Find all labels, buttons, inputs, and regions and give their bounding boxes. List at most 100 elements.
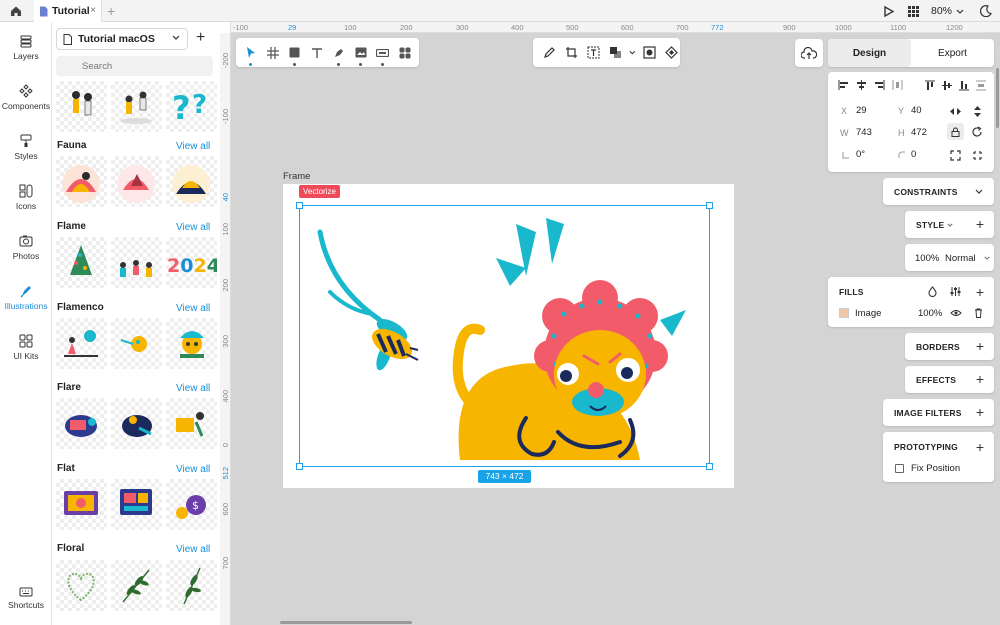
illustration-thumb[interactable] [56, 81, 107, 132]
illustration-thumb[interactable] [111, 398, 162, 449]
play-icon[interactable] [884, 5, 894, 17]
image-fill-swatch[interactable] [839, 308, 849, 318]
frame-label[interactable]: Frame [283, 171, 310, 182]
tab-tutorial[interactable]: Tutorial × [34, 0, 102, 22]
opacity-input[interactable]: 100% [915, 253, 939, 264]
nav-ui-kits[interactable]: UI Kits [0, 334, 52, 361]
flip-horizontal-icon[interactable] [950, 107, 961, 116]
dark-mode-icon[interactable] [980, 5, 992, 17]
illustration-thumb[interactable] [56, 398, 107, 449]
horizontal-scrollbar[interactable] [280, 621, 412, 624]
view-all-link[interactable]: View all [176, 222, 210, 233]
illustration-thumb[interactable] [111, 156, 162, 207]
mask-button[interactable] [642, 44, 658, 61]
y-input[interactable]: 40 [911, 105, 922, 116]
tool-plugins[interactable] [396, 44, 413, 61]
view-all-link[interactable]: View all [176, 303, 210, 314]
align-top-icon[interactable] [925, 80, 935, 91]
illustration-thumb[interactable] [166, 398, 217, 449]
blend-mode-select[interactable]: Normal [945, 253, 976, 264]
nav-icons[interactable]: Icons [0, 184, 52, 211]
align-bottom-icon[interactable] [959, 80, 969, 91]
tool-frame[interactable] [264, 44, 281, 61]
illustration-thumb[interactable] [56, 156, 107, 207]
w-input[interactable]: 743 [856, 127, 872, 138]
align-left-icon[interactable] [838, 80, 849, 90]
crop-button[interactable] [563, 44, 579, 61]
add-library-button[interactable]: + [196, 30, 205, 46]
fullscreen-icon[interactable] [972, 150, 983, 161]
rotation-input[interactable]: 0° [856, 149, 865, 160]
add-border-button[interactable]: + [976, 339, 984, 353]
illustration-thumb[interactable]: 2024 [166, 237, 217, 288]
distribute-v-icon[interactable] [976, 80, 986, 91]
illustration-thumb[interactable] [111, 81, 162, 132]
h-input[interactable]: 472 [911, 127, 927, 138]
add-image-filter-button[interactable]: + [976, 405, 984, 419]
view-all-link[interactable]: View all [176, 464, 210, 475]
illustration-thumb[interactable] [111, 237, 162, 288]
style-section[interactable]: STYLE + [905, 211, 994, 238]
resize-handle-top-left[interactable] [296, 202, 303, 209]
resize-handle-bottom-right[interactable] [706, 463, 713, 470]
tab-export[interactable]: Export [911, 39, 994, 67]
eye-icon[interactable] [950, 309, 962, 317]
illustration-thumb[interactable] [111, 560, 162, 611]
illustration-thumb[interactable] [56, 318, 107, 369]
illustration-thumb[interactable] [56, 560, 107, 611]
illustration-thumb[interactable] [56, 479, 107, 530]
fit-icon[interactable] [950, 150, 961, 161]
illustration-thumb[interactable]: $ [166, 479, 217, 530]
effects-section[interactable]: EFFECTS + [905, 366, 994, 393]
nav-photos[interactable]: Photos [0, 234, 52, 261]
tool-image[interactable] [352, 44, 369, 66]
zoom-dropdown[interactable]: 80% [931, 5, 964, 17]
tool-move[interactable] [242, 44, 259, 66]
home-icon[interactable] [8, 4, 24, 18]
add-effect-button[interactable]: + [976, 372, 984, 386]
x-input[interactable]: 29 [856, 105, 867, 116]
nav-layers[interactable]: Layers [0, 34, 52, 61]
tool-text[interactable] [308, 44, 325, 61]
fill-opacity[interactable]: 100% [918, 308, 942, 319]
flip-vertical-icon[interactable] [973, 106, 982, 117]
upload-button[interactable] [795, 39, 823, 67]
resize-handle-top-right[interactable] [706, 202, 713, 209]
illustration-thumb[interactable] [166, 318, 217, 369]
add-style-button[interactable]: + [976, 217, 984, 231]
resize-handle-bottom-left[interactable] [296, 463, 303, 470]
tab-design[interactable]: Design [828, 39, 911, 67]
tool-rectangle[interactable] [286, 44, 303, 66]
illustration-thumb[interactable]: ?? [166, 81, 217, 132]
text-frame-button[interactable] [585, 44, 601, 61]
illustration-thumb[interactable] [166, 560, 217, 611]
adjust-icon[interactable] [950, 286, 961, 297]
nav-components[interactable]: Components [0, 84, 52, 111]
image-filters-section[interactable]: IMAGE FILTERS + [883, 399, 994, 426]
illustration-thumb[interactable] [111, 479, 162, 530]
component-button[interactable] [664, 44, 680, 61]
distribute-h-icon[interactable] [892, 80, 903, 90]
add-prototype-button[interactable]: + [976, 440, 984, 454]
add-tab-button[interactable]: + [107, 3, 115, 19]
apps-grid-icon[interactable] [907, 5, 919, 17]
align-right-icon[interactable] [874, 80, 885, 90]
illustration-thumb[interactable] [56, 237, 107, 288]
library-select[interactable]: Tutorial macOS [56, 28, 188, 50]
tool-pen[interactable] [330, 44, 347, 66]
view-all-link[interactable]: View all [176, 544, 210, 555]
right-panel-scrollbar[interactable] [996, 68, 999, 128]
fix-position-checkbox[interactable] [895, 464, 904, 473]
view-all-link[interactable]: View all [176, 141, 210, 152]
lock-ratio-button[interactable] [947, 123, 964, 140]
nav-shortcuts[interactable]: Shortcuts [0, 587, 52, 610]
edit-pen-button[interactable] [541, 44, 557, 61]
illustration-thumb[interactable] [166, 156, 217, 207]
align-center-v-icon[interactable] [942, 80, 952, 91]
rotate-icon[interactable] [971, 126, 983, 138]
illustration-thumb[interactable] [111, 318, 162, 369]
align-center-h-icon[interactable] [856, 80, 867, 90]
radius-input[interactable]: 0 [911, 149, 916, 160]
close-tab-icon[interactable]: × [90, 5, 96, 16]
view-all-link[interactable]: View all [176, 383, 210, 394]
